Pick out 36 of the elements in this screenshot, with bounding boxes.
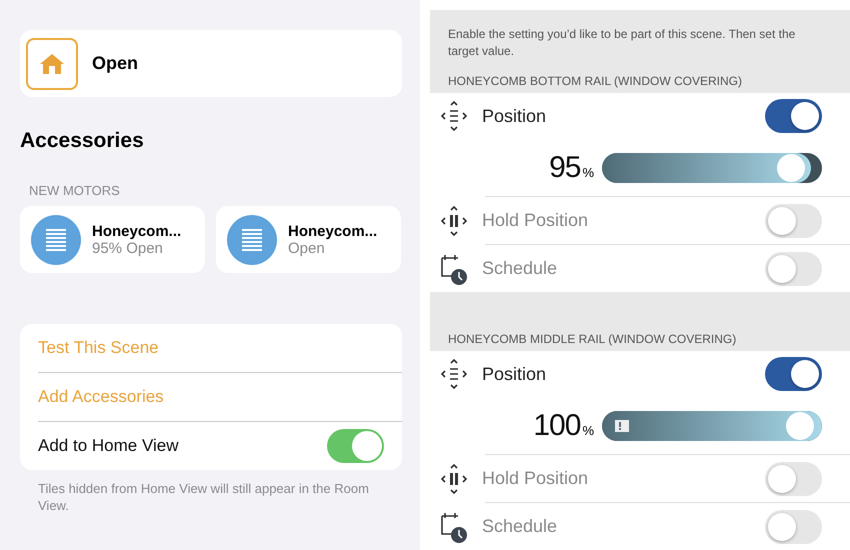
home-icon <box>26 38 78 90</box>
flag-icon <box>614 419 630 434</box>
position-reading: 95% <box>549 151 594 186</box>
blinds-icon <box>227 214 277 264</box>
footnote: Tiles hidden from Home View will still appear in the Room View. <box>38 480 370 514</box>
position-reading: 100% <box>533 409 594 444</box>
setting-label: Schedule <box>482 516 558 538</box>
pause-icon <box>440 204 468 238</box>
setting-label: Position <box>482 364 548 385</box>
position-slider[interactable] <box>602 153 822 184</box>
setting-label: Hold Position <box>482 210 590 232</box>
tile-status: 95% Open <box>92 240 164 256</box>
setting-label: Add to Home View <box>38 436 178 456</box>
scene-name: Open <box>92 53 138 74</box>
position-icon <box>440 357 468 392</box>
tile-name: Honeycom... <box>92 222 182 240</box>
setting-label: Hold Position <box>482 468 590 490</box>
group-label: NEW MOTORS <box>28 183 121 198</box>
toggle-switch[interactable] <box>765 357 822 392</box>
setting-label: Position <box>482 106 548 127</box>
intro-text: Enable the setting you’d like to be part of this scene. Then set the target value. <box>448 26 796 60</box>
setting-label: Schedule <box>482 258 558 280</box>
accessory-tile[interactable]: Honeycom... Open <box>216 206 401 273</box>
blinds-icon <box>31 214 81 264</box>
scene-card[interactable]: Open <box>20 30 402 97</box>
toggle-switch[interactable] <box>327 429 384 463</box>
section-title: Accessories <box>20 129 145 153</box>
tile-status: Open <box>288 240 326 256</box>
device-title: HONEYCOMB BOTTOM RAIL (WINDOW COVERING) <box>448 74 742 88</box>
accessory-tile[interactable]: Honeycom... 95% Open <box>20 206 205 273</box>
device-title: HONEYCOMB MIDDLE RAIL (WINDOW COVERING) <box>448 332 736 346</box>
position-slider[interactable] <box>602 411 822 442</box>
pause-icon <box>440 462 468 496</box>
tile-name: Honeycom... <box>288 222 378 240</box>
position-icon <box>440 99 468 134</box>
toggle-switch[interactable] <box>765 99 822 134</box>
